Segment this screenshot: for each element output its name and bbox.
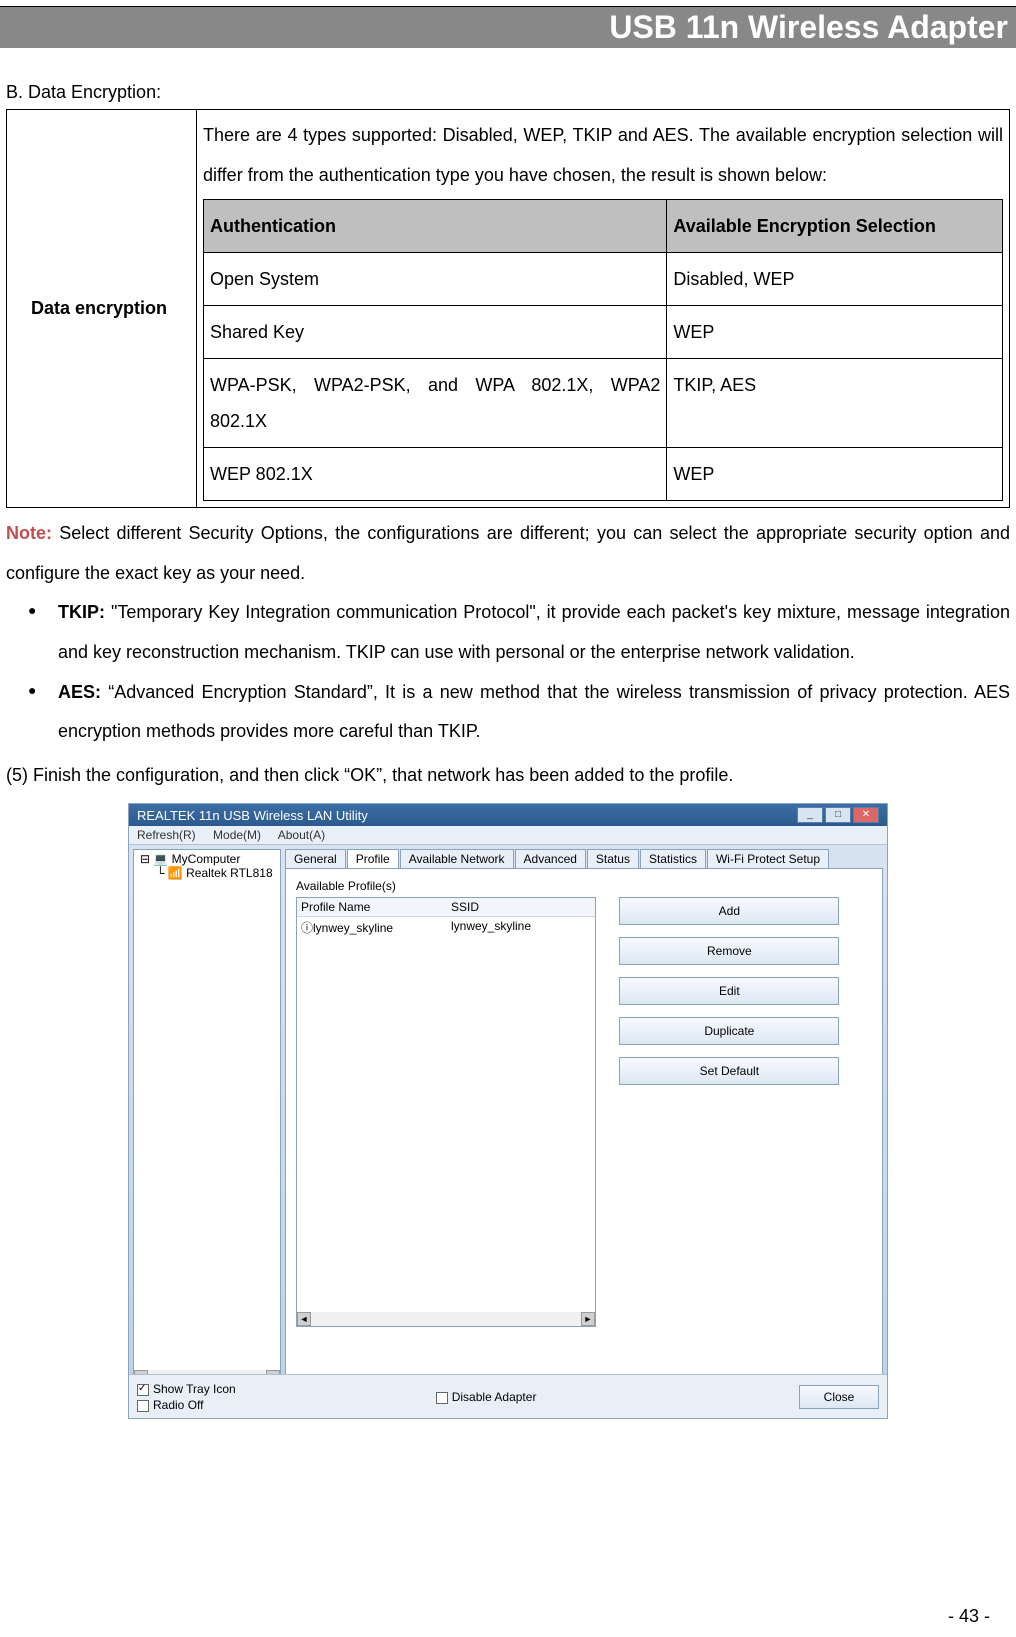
window-titlebar[interactable]: REALTEK 11n USB Wireless LAN Utility _ □… [129,804,887,826]
remove-button[interactable]: Remove [619,937,839,965]
radio-off-label: Radio Off [153,1398,203,1412]
bullet-text-tkip: "Temporary Key Integration communication… [58,602,1010,662]
tab-general[interactable]: General [285,849,346,868]
page-number: - 43 - [948,1606,990,1627]
menu-mode[interactable]: Mode(M) [213,828,261,842]
page-content: B. Data Encryption: Data encryption Ther… [0,82,1016,1419]
device-tree[interactable]: ⊟ 💻 MyComputer └ 📶 Realtek RTL818 ◄ ► [133,849,281,1385]
profile-name-text: lynwey_skyline [313,921,393,935]
table-row: Open System Disabled, WEP [204,253,1003,306]
duplicate-button[interactable]: Duplicate [619,1017,839,1045]
encryption-intro-text: There are 4 types supported: Disabled, W… [203,116,1003,195]
encryption-inner-table: Authentication Available Encryption Sele… [203,199,1003,501]
checkbox-icon[interactable] [137,1384,149,1396]
tab-advanced[interactable]: Advanced [515,849,586,868]
auth-cell: Open System [204,253,667,306]
radio-off-check[interactable]: Radio Off [137,1398,236,1412]
data-encryption-label-cell: Data encryption [7,110,197,508]
tab-status[interactable]: Status [587,849,639,868]
inner-header-avail: Available Encryption Selection [667,200,1003,253]
list-item: AES: “Advanced Encryption Standard”, It … [6,673,1010,752]
list-item: TKIP: "Temporary Key Integration communi… [6,593,1010,672]
minimize-icon[interactable]: _ [797,807,823,823]
show-tray-label: Show Tray Icon [153,1382,236,1396]
status-left: Show Tray Icon Radio Off [137,1382,236,1412]
auth-cell: WPA-PSK, WPA2-PSK, and WPA 802.1X, WPA2 … [204,359,667,448]
bullet-label-aes: AES: [58,682,101,702]
step-5-text: (5) Finish the configuration, and then c… [6,756,1010,796]
window-body: ⊟ 💻 MyComputer └ 📶 Realtek RTL818 ◄ ► Ge… [129,845,887,1389]
profile-row[interactable]: ⓘlynwey_skyline lynwey_skyline [297,917,595,938]
show-tray-check[interactable]: Show Tray Icon [137,1382,236,1396]
scroll-track[interactable] [311,1312,581,1326]
table-row: Shared Key WEP [204,306,1003,359]
avail-cell: TKIP, AES [667,359,1003,448]
profile-buttons: Add Remove Edit Duplicate Set Default [619,897,839,1097]
profile-list-header: Profile Name SSID [297,898,595,917]
checkbox-icon[interactable] [436,1392,448,1404]
encryption-table-outer: Data encryption There are 4 types suppor… [6,109,1010,508]
disable-adapter-label: Disable Adapter [452,1390,537,1404]
note-label: Note: [6,523,52,543]
tab-profile[interactable]: Profile [347,849,399,868]
tabs-panel: General Profile Available Network Advanc… [285,849,883,1385]
scroll-left-icon[interactable]: ◄ [297,1312,311,1326]
window-controls: _ □ ✕ [797,807,879,823]
note-block: Note: Select different Security Options,… [6,514,1010,593]
auth-cell: Shared Key [204,306,667,359]
tree-root-label: MyComputer [172,852,241,866]
header-band: USB 11n Wireless Adapter [0,6,1016,48]
menu-refresh[interactable]: Refresh(R) [137,828,196,842]
close-button[interactable]: Close [799,1385,879,1409]
avail-cell: Disabled, WEP [667,253,1003,306]
tabs-row: General Profile Available Network Advanc… [285,849,883,868]
profile-list[interactable]: Profile Name SSID ⓘlynwey_skyline lynwey… [296,897,596,1327]
edit-button[interactable]: Edit [619,977,839,1005]
profile-name-cell: ⓘlynwey_skyline [301,919,451,936]
bullet-label-tkip: TKIP: [58,602,105,622]
window-title: REALTEK 11n USB Wireless LAN Utility [137,808,368,823]
status-bar: Show Tray Icon Radio Off Disable Adapter… [129,1374,887,1418]
bullet-text-aes: “Advanced Encryption Standard”, It is a … [58,682,1010,742]
table-row: WEP 802.1X WEP [204,448,1003,501]
set-default-button[interactable]: Set Default [619,1057,839,1085]
tree-child-label: Realtek RTL818 [186,866,273,880]
auth-cell: WEP 802.1X [204,448,667,501]
menu-bar: Refresh(R) Mode(M) About(A) [129,826,887,845]
tree-child[interactable]: └ 📶 Realtek RTL818 [136,866,278,880]
col-ssid[interactable]: SSID [451,900,479,914]
add-button[interactable]: Add [619,897,839,925]
profile-ssid-cell: lynwey_skyline [451,919,531,936]
tab-wifi-protect[interactable]: Wi-Fi Protect Setup [707,849,829,868]
avail-cell: WEP [667,448,1003,501]
checkbox-icon[interactable] [137,1400,149,1412]
bullet-list: TKIP: "Temporary Key Integration communi… [6,593,1010,751]
utility-screenshot: REALTEK 11n USB Wireless LAN Utility _ □… [128,803,888,1419]
section-b-heading: B. Data Encryption: [6,82,1010,103]
data-encryption-content-cell: There are 4 types supported: Disabled, W… [197,110,1010,508]
table-row: WPA-PSK, WPA2-PSK, and WPA 802.1X, WPA2 … [204,359,1003,448]
scroll-right-icon[interactable]: ► [581,1312,595,1326]
note-text: Select different Security Options, the c… [6,523,1010,583]
disable-adapter-check[interactable]: Disable Adapter [436,1390,537,1404]
tree-root[interactable]: ⊟ 💻 MyComputer [136,852,278,866]
profile-list-scrollbar[interactable]: ◄ ► [297,1312,595,1326]
available-profiles-label: Available Profile(s) [296,879,872,893]
menu-about[interactable]: About(A) [278,828,325,842]
avail-cell: WEP [667,306,1003,359]
inner-header-auth: Authentication [204,200,667,253]
tab-available-network[interactable]: Available Network [400,849,514,868]
tab-statistics[interactable]: Statistics [640,849,706,868]
col-profile-name[interactable]: Profile Name [301,900,451,914]
tab-content: Available Profile(s) Profile Name SSID ⓘ… [285,868,883,1385]
close-icon[interactable]: ✕ [853,807,879,823]
maximize-icon[interactable]: □ [825,807,851,823]
